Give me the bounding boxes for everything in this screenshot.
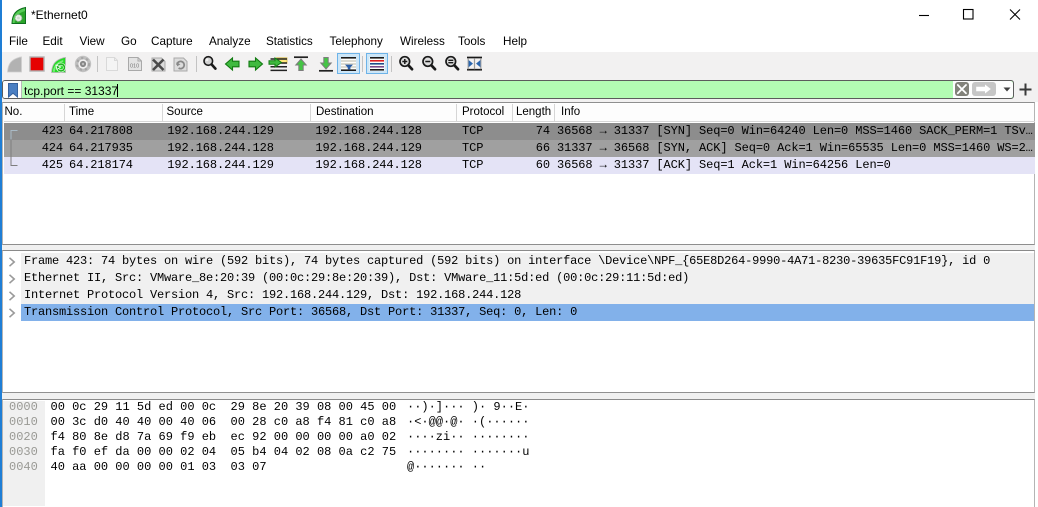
svg-text:010: 010 [130,64,139,70]
